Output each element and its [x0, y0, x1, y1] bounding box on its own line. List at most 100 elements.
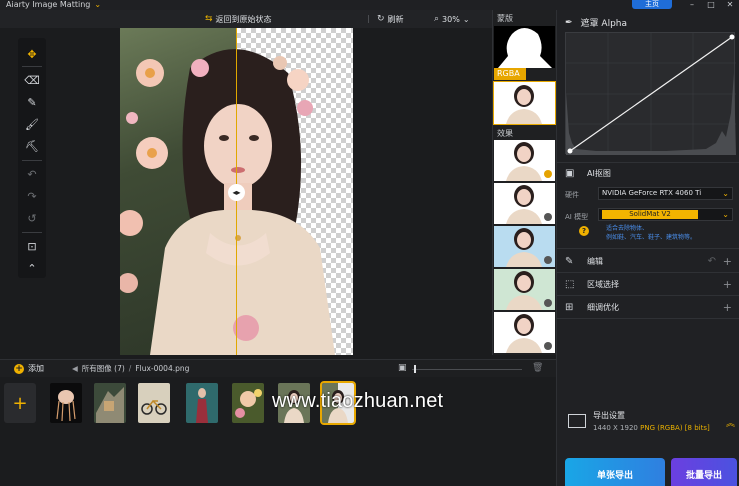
rgba-thumbnail[interactable] [493, 81, 556, 125]
effect-thumbnail[interactable] [494, 183, 555, 224]
radio-icon [544, 342, 552, 350]
effect-thumbnail[interactable] [494, 269, 555, 310]
model-label: AI 模型 [565, 213, 589, 221]
model-hint-2: 例如鞋、汽车、鞋子、建筑物等。 [606, 234, 697, 241]
trash-icon[interactable]: 🗑 [532, 363, 543, 373]
effect-thumbnail[interactable] [494, 140, 555, 181]
effect-thumbnail[interactable] [494, 226, 555, 267]
refresh-icon: ↻ [377, 14, 385, 24]
maximize-icon[interactable]: □ [704, 0, 718, 9]
mask-section-label: 蒙版 [497, 14, 513, 23]
effect-thumbnail[interactable] [494, 312, 555, 353]
export-dims: 1440 X 1920 [593, 424, 638, 432]
collapse-up-icon[interactable]: ⌃ [22, 260, 42, 276]
radio-icon [544, 213, 552, 221]
refine-label: 细调优化 [587, 302, 619, 312]
region-select-label: 区域选择 [587, 279, 619, 289]
add-icon[interactable]: + [723, 255, 732, 268]
refresh-button[interactable]: ↻ 刷新 [377, 10, 404, 28]
model-hint-1: 适合去除物体、 [606, 225, 649, 232]
selected-check-icon [544, 170, 552, 178]
add-icon[interactable]: + [723, 301, 732, 314]
export-format: PNG (RGBA) [8 bits] [640, 424, 710, 432]
batch-export-button[interactable]: 批量导出 [671, 458, 737, 486]
edit-label: 编辑 [587, 256, 603, 266]
help-icon[interactable]: ? [579, 226, 589, 236]
export-settings[interactable]: 导出设置 1440 X 1920 PNG (RGBA) [8 bits] ︽ [565, 402, 735, 442]
image-thumbnail[interactable] [94, 383, 126, 423]
tool-palette: ✥ ⌫ ✎ 🖌 ⛏ ↶ ↷ ↺ ⊡ ⌃ [18, 38, 46, 278]
hardware-label: 硬件 [565, 191, 579, 199]
slider-knob[interactable] [414, 365, 416, 373]
paint-roller-icon[interactable]: ⛏ [22, 138, 42, 154]
move-tool-icon[interactable]: ✥ [22, 46, 42, 62]
chevron-down-icon[interactable]: ⌄ [94, 0, 101, 10]
chevron-down-icon: ⌄ [462, 14, 470, 24]
edit-section[interactable]: ✎ 编辑 ↶ + [557, 250, 739, 272]
export-info: 1440 X 1920 PNG (RGBA) [8 bits] [593, 424, 710, 432]
brush-icon[interactable]: 🖌 [22, 116, 42, 132]
alpha-curve-editor[interactable] [565, 32, 736, 155]
export-settings-icon [568, 414, 586, 428]
minimize-icon[interactable]: – [685, 0, 699, 9]
refine-section[interactable]: ⊞ 细调优化 + [557, 296, 739, 318]
close-icon[interactable]: ✕ [723, 0, 737, 9]
ai-matting-title: AI抠图 [587, 168, 611, 178]
back-arrow-icon[interactable]: ◀ [72, 364, 78, 373]
revert-icon: ⇆ [205, 14, 213, 24]
alpha-header: ✒ 遮罩 Alpha [565, 16, 627, 30]
region-select-section[interactable]: ⬚ 区域选择 + [557, 273, 739, 295]
image-thumbnail[interactable] [232, 383, 264, 423]
region-select-icon: ⬚ [565, 278, 575, 290]
preview-column: 蒙版 RGBA 效果 [492, 10, 556, 355]
ai-image-icon: ▣ [565, 167, 575, 179]
ai-model-select[interactable]: SolidMat V2 ⌄ [598, 208, 733, 221]
undo-icon[interactable]: ↶ [708, 256, 716, 267]
split-handle-icon[interactable]: ◂▸ [228, 184, 245, 201]
image-thumbnail[interactable] [186, 383, 218, 423]
all-images-link[interactable]: 所有图像 (7) [82, 363, 125, 374]
image-thumbnail[interactable] [50, 383, 82, 423]
breadcrumb: ◀ 所有图像 (7) / Flux-0004.png [72, 363, 189, 374]
mask-thumbnail[interactable] [494, 26, 555, 68]
hardware-select[interactable]: NVIDIA GeForce RTX 4060 Ti ⌄ [598, 187, 733, 200]
eyedropper-icon[interactable]: ✒ [565, 18, 573, 28]
app-title: Aiarty Image Matting [6, 0, 91, 9]
chevron-down-icon: ⌄ [722, 189, 729, 198]
ai-matting-section: ▣ AI抠图 [557, 162, 739, 184]
back-label: 返回到原始状态 [215, 14, 272, 24]
edit-icon: ✎ [565, 255, 574, 267]
single-export-button[interactable]: 单张导出 [565, 458, 665, 486]
watermark: www.tiaozhuan.net [272, 390, 444, 412]
magic-wand-icon[interactable]: ✎ [22, 94, 42, 110]
redo-icon[interactable]: ↷ [22, 188, 42, 204]
eraser-icon[interactable]: ⌫ [22, 72, 42, 88]
add-button[interactable]: + 添加 [14, 363, 44, 374]
reset-icon[interactable]: ↺ [22, 210, 42, 226]
collapse-icon[interactable]: ︽ [726, 416, 735, 429]
separator: / [128, 364, 132, 373]
undo-icon[interactable]: ↶ [22, 166, 42, 182]
refresh-label: 刷新 [387, 14, 404, 24]
add-image-button[interactable]: + [4, 383, 36, 423]
image-thumbnail[interactable] [138, 383, 170, 423]
rgba-tag: RGBA [494, 68, 526, 80]
zoom-control[interactable]: ⌕ 30% ⌄ [434, 10, 470, 28]
canvas-topbar: ⇆ 返回到原始状态 ↻ 刷新 ⌕ 30% ⌄ [0, 10, 492, 28]
add-icon: + [14, 363, 24, 374]
home-button[interactable]: 主页 [632, 0, 672, 9]
file-name: Flux-0004.png [135, 364, 190, 373]
export-settings-title: 导出设置 [593, 411, 625, 420]
bottom-bar: + 添加 ◀ 所有图像 (7) / Flux-0004.png ▣ 🗑 [0, 359, 556, 377]
add-icon[interactable]: + [723, 278, 732, 291]
fit-screen-icon[interactable]: ⊡ [22, 238, 42, 254]
chevron-down-icon: ⌄ [722, 210, 729, 219]
image-canvas[interactable]: ◂▸ [120, 28, 353, 355]
add-label: 添加 [28, 364, 44, 373]
effects-section-label: 效果 [497, 129, 513, 138]
right-panel: ✒ 遮罩 Alpha ▣ AI抠图 硬件 NVIDIA GeForce RTX … [556, 10, 739, 486]
refine-icon: ⊞ [565, 301, 574, 313]
back-to-original-button[interactable]: ⇆ 返回到原始状态 [205, 10, 272, 28]
alpha-title: 遮罩 Alpha [580, 19, 627, 29]
thumbnail-zoom-slider[interactable]: ▣ [398, 363, 526, 374]
